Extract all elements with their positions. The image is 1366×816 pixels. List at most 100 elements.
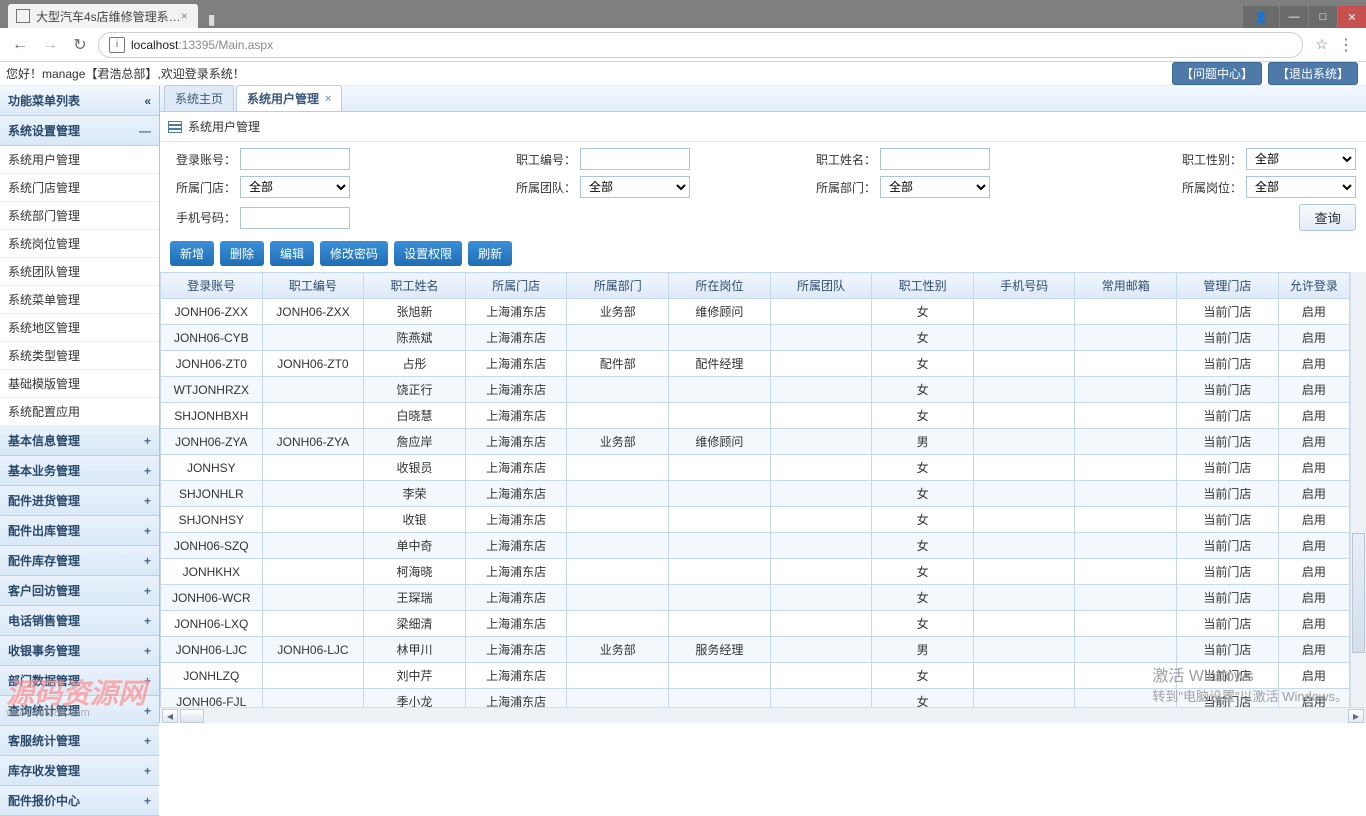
table-cell: 女 [872, 455, 974, 481]
empname-input[interactable] [880, 148, 990, 170]
label-empname: 职工姓名： [810, 151, 880, 168]
user-menu-icon[interactable]: 👤 [1243, 6, 1279, 28]
table-row[interactable]: WTJONHRZX饶正行上海浦东店女当前门店启用 [161, 377, 1350, 403]
close-tab-icon[interactable]: × [325, 93, 331, 105]
sidebar-group[interactable]: 库存收发管理+ [0, 756, 159, 786]
edit-button[interactable]: 编辑 [270, 241, 314, 266]
sidebar-group[interactable]: 配件进货管理+ [0, 486, 159, 516]
dept-select[interactable]: 全部 [880, 176, 990, 198]
sidebar-item[interactable]: 系统配置应用 [0, 398, 159, 426]
scroll-thumb[interactable] [180, 709, 204, 723]
column-header[interactable]: 允许登录 [1278, 273, 1349, 299]
sidebar-group[interactable]: 配件库存管理+ [0, 546, 159, 576]
sidebar-group[interactable]: 电话销售管理+ [0, 606, 159, 636]
url-input[interactable]: i localhost:13395/Main.aspx [98, 32, 1303, 58]
table-cell: JONH06-SZQ [161, 533, 263, 559]
table-row[interactable]: JONH06-FJL季小龙上海浦东店女当前门店启用 [161, 689, 1350, 708]
team-select[interactable]: 全部 [580, 176, 690, 198]
sidebar-item[interactable]: 系统类型管理 [0, 342, 159, 370]
content-tab[interactable]: 系统用户管理× [236, 85, 342, 111]
table-row[interactable]: JONH06-CYB陈燕斌上海浦东店女当前门店启用 [161, 325, 1350, 351]
collapse-sidebar-icon[interactable]: « [144, 94, 151, 108]
sidebar-item[interactable]: 基础模版管理 [0, 370, 159, 398]
sidebar-group[interactable]: 客服统计管理+ [0, 726, 159, 756]
sidebar-group[interactable]: 系统设置管理— [0, 116, 159, 146]
post-select[interactable]: 全部 [1246, 176, 1356, 198]
sidebar-group[interactable]: 查询统计管理+ [0, 696, 159, 726]
table-row[interactable]: SHJONHBXH白晓慧上海浦东店女当前门店启用 [161, 403, 1350, 429]
column-header[interactable]: 常用邮箱 [1075, 273, 1177, 299]
gender-select[interactable]: 全部 [1246, 148, 1356, 170]
table-row[interactable]: JONH06-WCR王琛瑞上海浦东店女当前门店启用 [161, 585, 1350, 611]
empno-input[interactable] [580, 148, 690, 170]
content-tab[interactable]: 系统主页 [164, 85, 234, 111]
browser-chrome: 大型汽车4s店维修管理系… × ▮ 👤 — □ ✕ ← → ↻ i localh… [0, 0, 1366, 62]
table-row[interactable]: JONHKHX柯海晓上海浦东店女当前门店启用 [161, 559, 1350, 585]
table-row[interactable]: JONH06-LXQ梁细清上海浦东店女当前门店启用 [161, 611, 1350, 637]
horizontal-scrollbar[interactable]: ◂ ▸ [160, 707, 1366, 723]
sidebar-item[interactable]: 系统岗位管理 [0, 230, 159, 258]
maximize-button[interactable]: □ [1309, 6, 1337, 28]
delete-button[interactable]: 删除 [220, 241, 264, 266]
sidebar-item[interactable]: 系统团队管理 [0, 258, 159, 286]
column-header[interactable]: 职工姓名 [364, 273, 466, 299]
column-header[interactable]: 所属团队 [770, 273, 872, 299]
column-header[interactable]: 管理门店 [1177, 273, 1279, 299]
table-row[interactable]: JONH06-ZT0JONH06-ZT0占彤上海浦东店配件部配件经理女当前门店启… [161, 351, 1350, 377]
column-header[interactable]: 职工性别 [872, 273, 974, 299]
issue-center-button[interactable]: 【问题中心】 [1172, 62, 1262, 85]
table-row[interactable]: JONH06-SZQ单中奇上海浦东店女当前门店启用 [161, 533, 1350, 559]
sidebar-group[interactable]: 配件报价中心+ [0, 786, 159, 816]
add-button[interactable]: 新增 [170, 241, 214, 266]
sidebar-item[interactable]: 系统地区管理 [0, 314, 159, 342]
column-header[interactable]: 职工编号 [262, 273, 364, 299]
site-info-icon[interactable]: i [109, 37, 125, 53]
table-cell [1075, 403, 1177, 429]
sidebar-item[interactable]: 系统用户管理 [0, 146, 159, 174]
sidebar-group[interactable]: 客户回访管理+ [0, 576, 159, 606]
table-cell [567, 585, 669, 611]
menu-icon[interactable]: ⋮ [1334, 35, 1358, 55]
phone-input[interactable] [240, 207, 350, 229]
new-tab-button[interactable]: ▮ [198, 11, 226, 28]
bookmark-icon[interactable]: ☆ [1315, 36, 1328, 53]
reload-button[interactable]: ↻ [68, 35, 92, 55]
table-row[interactable]: SHJONHLR李荣上海浦东店女当前门店启用 [161, 481, 1350, 507]
column-header[interactable]: 所属门店 [465, 273, 567, 299]
change-password-button[interactable]: 修改密码 [320, 241, 388, 266]
table-row[interactable]: SHJONHSY收银上海浦东店女当前门店启用 [161, 507, 1350, 533]
set-permission-button[interactable]: 设置权限 [394, 241, 462, 266]
logout-button[interactable]: 【退出系统】 [1268, 62, 1358, 85]
table-row[interactable]: JONHSY收银员上海浦东店女当前门店启用 [161, 455, 1350, 481]
vertical-scrollbar[interactable] [1350, 272, 1366, 707]
sidebar-item[interactable]: 系统菜单管理 [0, 286, 159, 314]
column-header[interactable]: 所属部门 [567, 273, 669, 299]
column-header[interactable]: 登录账号 [161, 273, 263, 299]
close-tab-icon[interactable]: × [181, 9, 188, 23]
store-select[interactable]: 全部 [240, 176, 350, 198]
sidebar-group[interactable]: 基本业务管理+ [0, 456, 159, 486]
table-row[interactable]: JONH06-ZYAJONH06-ZYA詹应岸上海浦东店业务部维修顾问男当前门店… [161, 429, 1350, 455]
table-row[interactable]: JONHLZQ刘中芹上海浦东店女当前门店启用 [161, 663, 1350, 689]
sidebar-group[interactable]: 部门数据管理+ [0, 666, 159, 696]
sidebar-item[interactable]: 系统部门管理 [0, 202, 159, 230]
scroll-left-icon[interactable]: ◂ [162, 709, 178, 723]
sidebar-item[interactable]: 系统门店管理 [0, 174, 159, 202]
table-row[interactable]: JONH06-LJCJONH06-LJC林甲川上海浦东店业务部服务经理男当前门店… [161, 637, 1350, 663]
table-cell: 上海浦东店 [465, 611, 567, 637]
column-header[interactable]: 手机号码 [973, 273, 1075, 299]
refresh-button[interactable]: 刷新 [468, 241, 512, 266]
sidebar-group[interactable]: 基本信息管理+ [0, 426, 159, 456]
login-input[interactable] [240, 148, 350, 170]
close-window-button[interactable]: ✕ [1338, 6, 1366, 28]
search-button[interactable]: 查询 [1299, 204, 1356, 231]
table-row[interactable]: JONH06-ZXXJONH06-ZXX张旭新上海浦东店业务部维修顾问女当前门店… [161, 299, 1350, 325]
forward-button[interactable]: → [38, 36, 62, 54]
sidebar-group[interactable]: 收银事务管理+ [0, 636, 159, 666]
back-button[interactable]: ← [8, 36, 32, 54]
column-header[interactable]: 所在岗位 [669, 273, 771, 299]
scroll-right-icon[interactable]: ▸ [1348, 709, 1364, 723]
minimize-button[interactable]: — [1280, 6, 1308, 28]
sidebar-group[interactable]: 配件出库管理+ [0, 516, 159, 546]
browser-tab[interactable]: 大型汽车4s店维修管理系… × [8, 4, 198, 28]
